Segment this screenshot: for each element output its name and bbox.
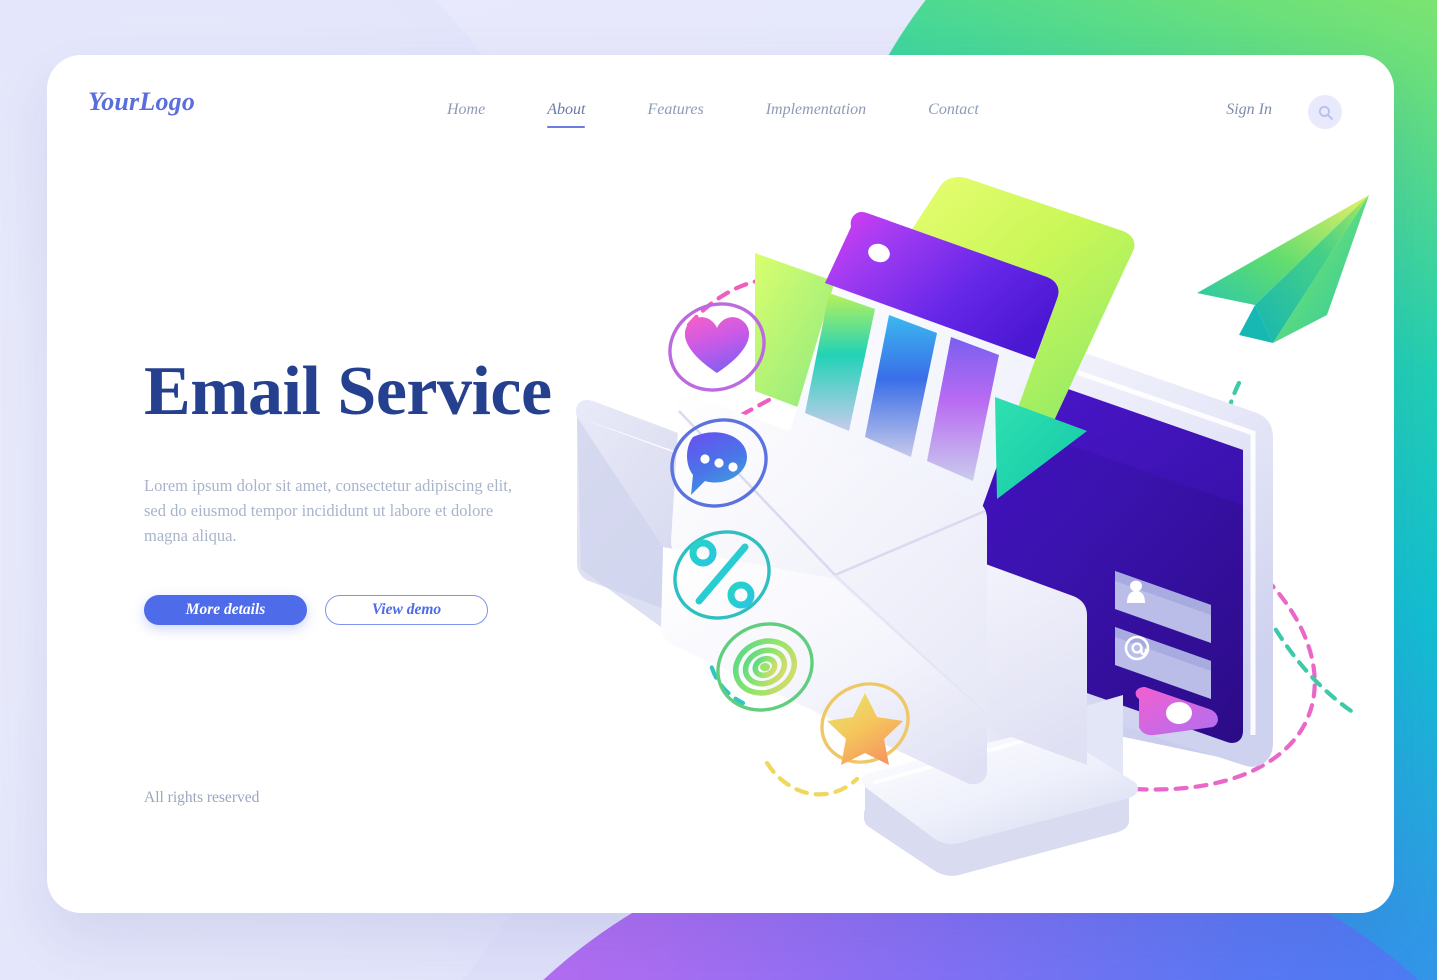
- sign-in-link[interactable]: Sign In: [1226, 101, 1272, 119]
- main-navigation: Home About Features Implementation Conta…: [447, 97, 979, 128]
- nav-item-about[interactable]: About: [547, 97, 586, 128]
- search-button[interactable]: [1308, 95, 1342, 129]
- hero-section: Email Service Lorem ipsum dolor sit amet…: [144, 353, 574, 626]
- view-demo-button[interactable]: View demo: [325, 595, 488, 626]
- more-details-button[interactable]: More details: [144, 595, 307, 626]
- hero-illustration: [567, 175, 1369, 905]
- logo[interactable]: YourLogo: [88, 87, 195, 117]
- all-rights-reserved-text: All rights reserved: [144, 789, 260, 806]
- isometric-email-illustration: [575, 177, 1369, 876]
- page-title: Email Service: [144, 353, 552, 430]
- nav-item-contact[interactable]: Contact: [928, 97, 979, 123]
- heart-icon: [684, 317, 750, 373]
- hero-button-row: More details View demo: [144, 595, 574, 626]
- dashed-path-yellow: [764, 760, 860, 797]
- site-header: YourLogo Home About Features Implementat…: [47, 55, 1394, 165]
- nav-item-implementation[interactable]: Implementation: [766, 97, 866, 123]
- landing-card: YourLogo Home About Features Implementat…: [47, 55, 1394, 913]
- nav-item-home[interactable]: Home: [447, 97, 485, 123]
- toggle-knob: [1166, 702, 1192, 724]
- hero-description: Lorem ipsum dolor sit amet, consectetur …: [144, 476, 512, 546]
- search-icon: [1318, 105, 1333, 120]
- paper-plane: [1197, 195, 1369, 343]
- nav-item-features[interactable]: Features: [647, 97, 703, 123]
